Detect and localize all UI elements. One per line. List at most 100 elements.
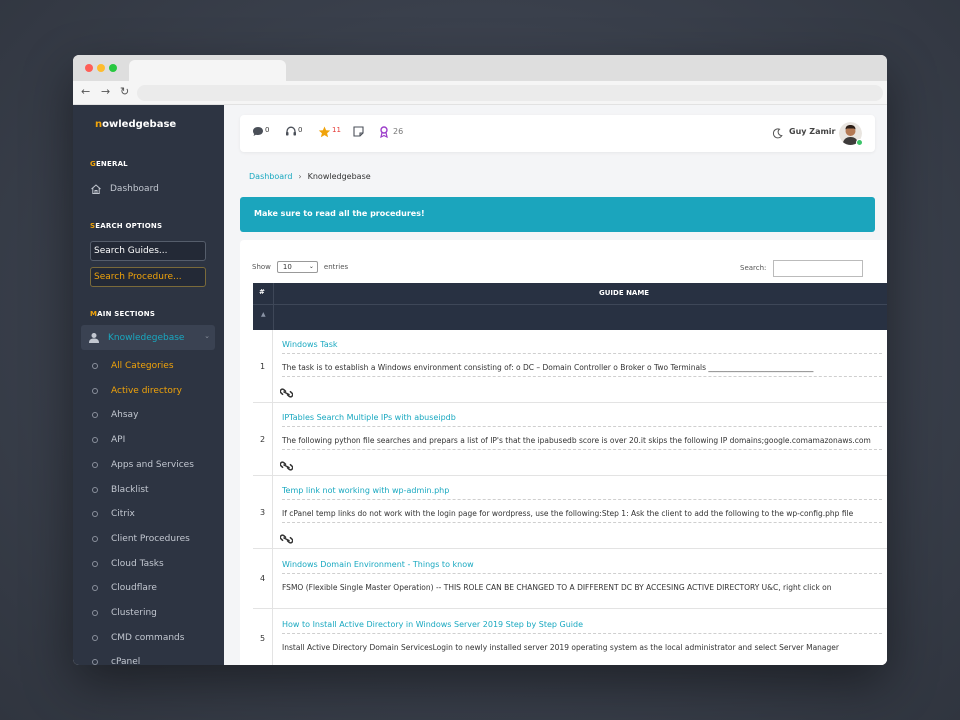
- sidebar-item-dashboard[interactable]: Dashboard: [90, 183, 159, 195]
- messages-button[interactable]: 0: [252, 126, 269, 137]
- entries-label: entries: [323, 263, 349, 271]
- dashed-divider: [282, 449, 882, 450]
- dashed-divider: [282, 499, 882, 500]
- breadcrumb: Dashboard › Knowledgebase: [249, 172, 371, 181]
- guide-title-link[interactable]: Windows Domain Environment - Things to k…: [282, 560, 474, 569]
- chevron-down-icon: ⌄: [204, 332, 210, 340]
- url-field[interactable]: [137, 85, 883, 101]
- sidebar-category-item[interactable]: Ahsay: [92, 410, 138, 420]
- search-text: EARCH OPTIONS: [95, 222, 163, 230]
- section-title-main-sections: MAIN SECTIONS: [90, 310, 155, 318]
- guide-description: The following python file searches and p…: [282, 436, 871, 445]
- maximize-window-dot[interactable]: [109, 64, 117, 72]
- sidebar-category-item[interactable]: Clustering: [92, 608, 157, 618]
- sidebar-category-label: cPanel: [111, 657, 141, 665]
- row-number: 5: [253, 609, 273, 665]
- forward-arrow-icon[interactable]: →: [101, 84, 110, 100]
- sidebar-category-item[interactable]: Active directory: [92, 386, 182, 396]
- guide-description: Install Active Directory Domain Services…: [282, 643, 839, 652]
- circle-icon: [92, 659, 98, 665]
- back-arrow-icon[interactable]: ←: [81, 84, 90, 100]
- sidebar-category-label: Citrix: [111, 509, 135, 520]
- link-icon[interactable]: [279, 383, 294, 402]
- select-caret-icon: ⌄: [308, 263, 314, 270]
- breadcrumb-dashboard-link[interactable]: Dashboard: [249, 172, 292, 181]
- sidebar-category-label: API: [111, 435, 126, 446]
- table-row: 3 Temp link not working with wp-admin.php…: [253, 476, 887, 549]
- dashboard-label: Dashboard: [110, 184, 159, 194]
- sidebar-category-item[interactable]: CMD commands: [92, 633, 184, 643]
- guide-title-link[interactable]: IPTables Search Multiple IPs with abusei…: [282, 413, 456, 422]
- circle-icon: [92, 437, 98, 444]
- sidebar-category-item[interactable]: Cloudflare: [92, 583, 157, 593]
- info-alert: Make sure to read all the procedures!: [240, 197, 875, 232]
- dashed-divider: [282, 522, 882, 523]
- table-search-input[interactable]: [773, 260, 863, 277]
- online-status-dot: [856, 139, 863, 146]
- sidebar-category-label: Ahsay: [111, 410, 139, 421]
- link-icon[interactable]: [279, 456, 294, 475]
- sidebar: nowledgebase GENERAL Dashboard SEARCH OP…: [73, 105, 224, 665]
- brand-logo[interactable]: nowledgebase: [95, 119, 176, 130]
- guide-title-link[interactable]: How to Install Active Directory in Windo…: [282, 620, 583, 629]
- row-number: 2: [253, 403, 273, 475]
- circle-icon: [92, 585, 98, 592]
- sidebar-item-knowledgebase[interactable]: Knowledegebase ⌄: [81, 325, 215, 350]
- row-number: 4: [253, 549, 273, 608]
- circle-icon: [92, 387, 98, 394]
- sidebar-category-item[interactable]: Apps and Services: [92, 460, 194, 470]
- sidebar-category-label: Cloud Tasks: [111, 558, 164, 569]
- sticky-note-icon: [353, 126, 364, 137]
- sidebar-category-item[interactable]: Cloud Tasks: [92, 559, 164, 569]
- close-window-dot[interactable]: [85, 64, 93, 72]
- entries-select-value: 10: [282, 263, 292, 271]
- sidebar-category-item[interactable]: cPanel: [92, 657, 140, 665]
- column-header-guide-name[interactable]: GUIDE NAME: [599, 289, 649, 297]
- dashed-divider: [282, 633, 882, 634]
- headset-icon: [286, 126, 296, 136]
- knowledgebase-label: Knowledegebase: [108, 332, 185, 343]
- support-count: 0: [298, 126, 303, 134]
- show-label: Show: [252, 263, 271, 271]
- entries-select[interactable]: 10 ⌄: [276, 261, 318, 273]
- breadcrumb-current: Knowledgebase: [307, 172, 371, 181]
- search-guides-input[interactable]: Search Guides...: [90, 241, 206, 261]
- favorites-button[interactable]: 11: [318, 126, 341, 138]
- guide-description: If cPanel temp links do not work with th…: [282, 509, 854, 518]
- top-bar: 0 0 11 26 Guy Zamir: [240, 115, 875, 152]
- guide-title-link[interactable]: Temp link not working with wp-admin.php: [282, 486, 449, 495]
- moon-icon[interactable]: [772, 128, 783, 139]
- guide-description: The task is to establish a Windows envir…: [282, 363, 814, 372]
- circle-icon: [92, 511, 98, 518]
- section-title-general: GENERAL: [90, 160, 128, 168]
- table-row: 4 Windows Domain Environment - Things to …: [253, 549, 887, 609]
- reload-icon[interactable]: ↻: [120, 84, 129, 100]
- support-button[interactable]: 0: [285, 126, 302, 137]
- table-row: 1 Windows Task The task is to establish a …: [253, 330, 887, 403]
- sidebar-category-item[interactable]: Blacklist: [92, 485, 149, 495]
- entries-length-control: Show 10 ⌄ entries: [252, 261, 348, 273]
- search-procedures-input[interactable]: Search Procedure...: [90, 267, 206, 287]
- award-icon: [380, 126, 388, 138]
- dashed-divider: [282, 573, 882, 574]
- sidebar-category-item[interactable]: Citrix: [92, 509, 135, 519]
- link-icon[interactable]: [279, 529, 294, 548]
- sidebar-category-label: Cloudflare: [111, 583, 157, 594]
- sidebar-category-label: Apps and Services: [111, 459, 194, 470]
- user-name[interactable]: Guy Zamir: [789, 127, 835, 136]
- circle-icon: [92, 535, 98, 542]
- sort-asc-icon[interactable]: ▲: [261, 311, 266, 318]
- notes-button[interactable]: [353, 126, 364, 137]
- xp-badge[interactable]: 26: [379, 126, 403, 138]
- sidebar-category-item[interactable]: All Categories: [92, 361, 174, 371]
- minimize-window-dot[interactable]: [97, 64, 105, 72]
- browser-tab[interactable]: [129, 60, 286, 81]
- guide-title-link[interactable]: Windows Task: [282, 340, 338, 349]
- dashed-divider: [282, 353, 882, 354]
- circle-icon: [92, 610, 98, 616]
- sidebar-category-item[interactable]: Client Procedures: [92, 534, 190, 544]
- header-line: [253, 304, 887, 305]
- circle-icon: [92, 412, 98, 419]
- sidebar-category-item[interactable]: API: [92, 435, 125, 445]
- column-header-number[interactable]: #: [259, 288, 265, 296]
